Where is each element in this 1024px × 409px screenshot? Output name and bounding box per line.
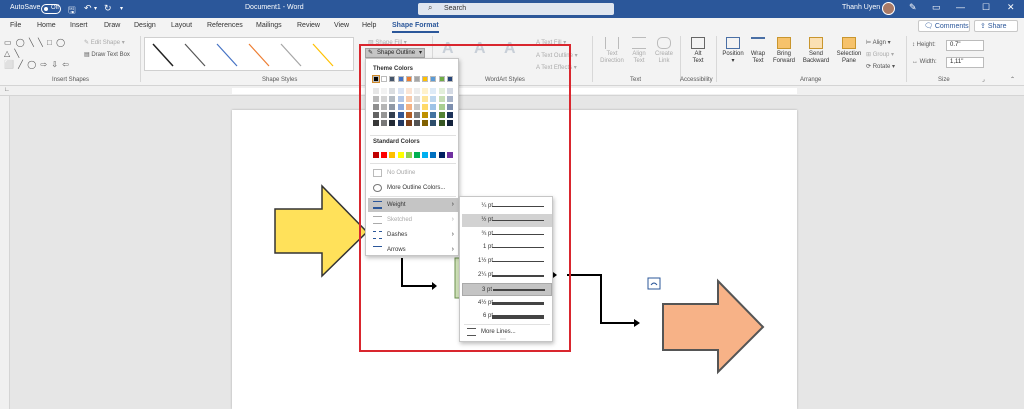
connector-arrow-right[interactable] (567, 274, 634, 324)
yellow-arrow-shape[interactable] (274, 184, 369, 278)
connector-arrowhead-right (634, 319, 640, 327)
orange-arrow-shape[interactable] (662, 278, 765, 375)
annotation-highlight-box (359, 44, 571, 352)
